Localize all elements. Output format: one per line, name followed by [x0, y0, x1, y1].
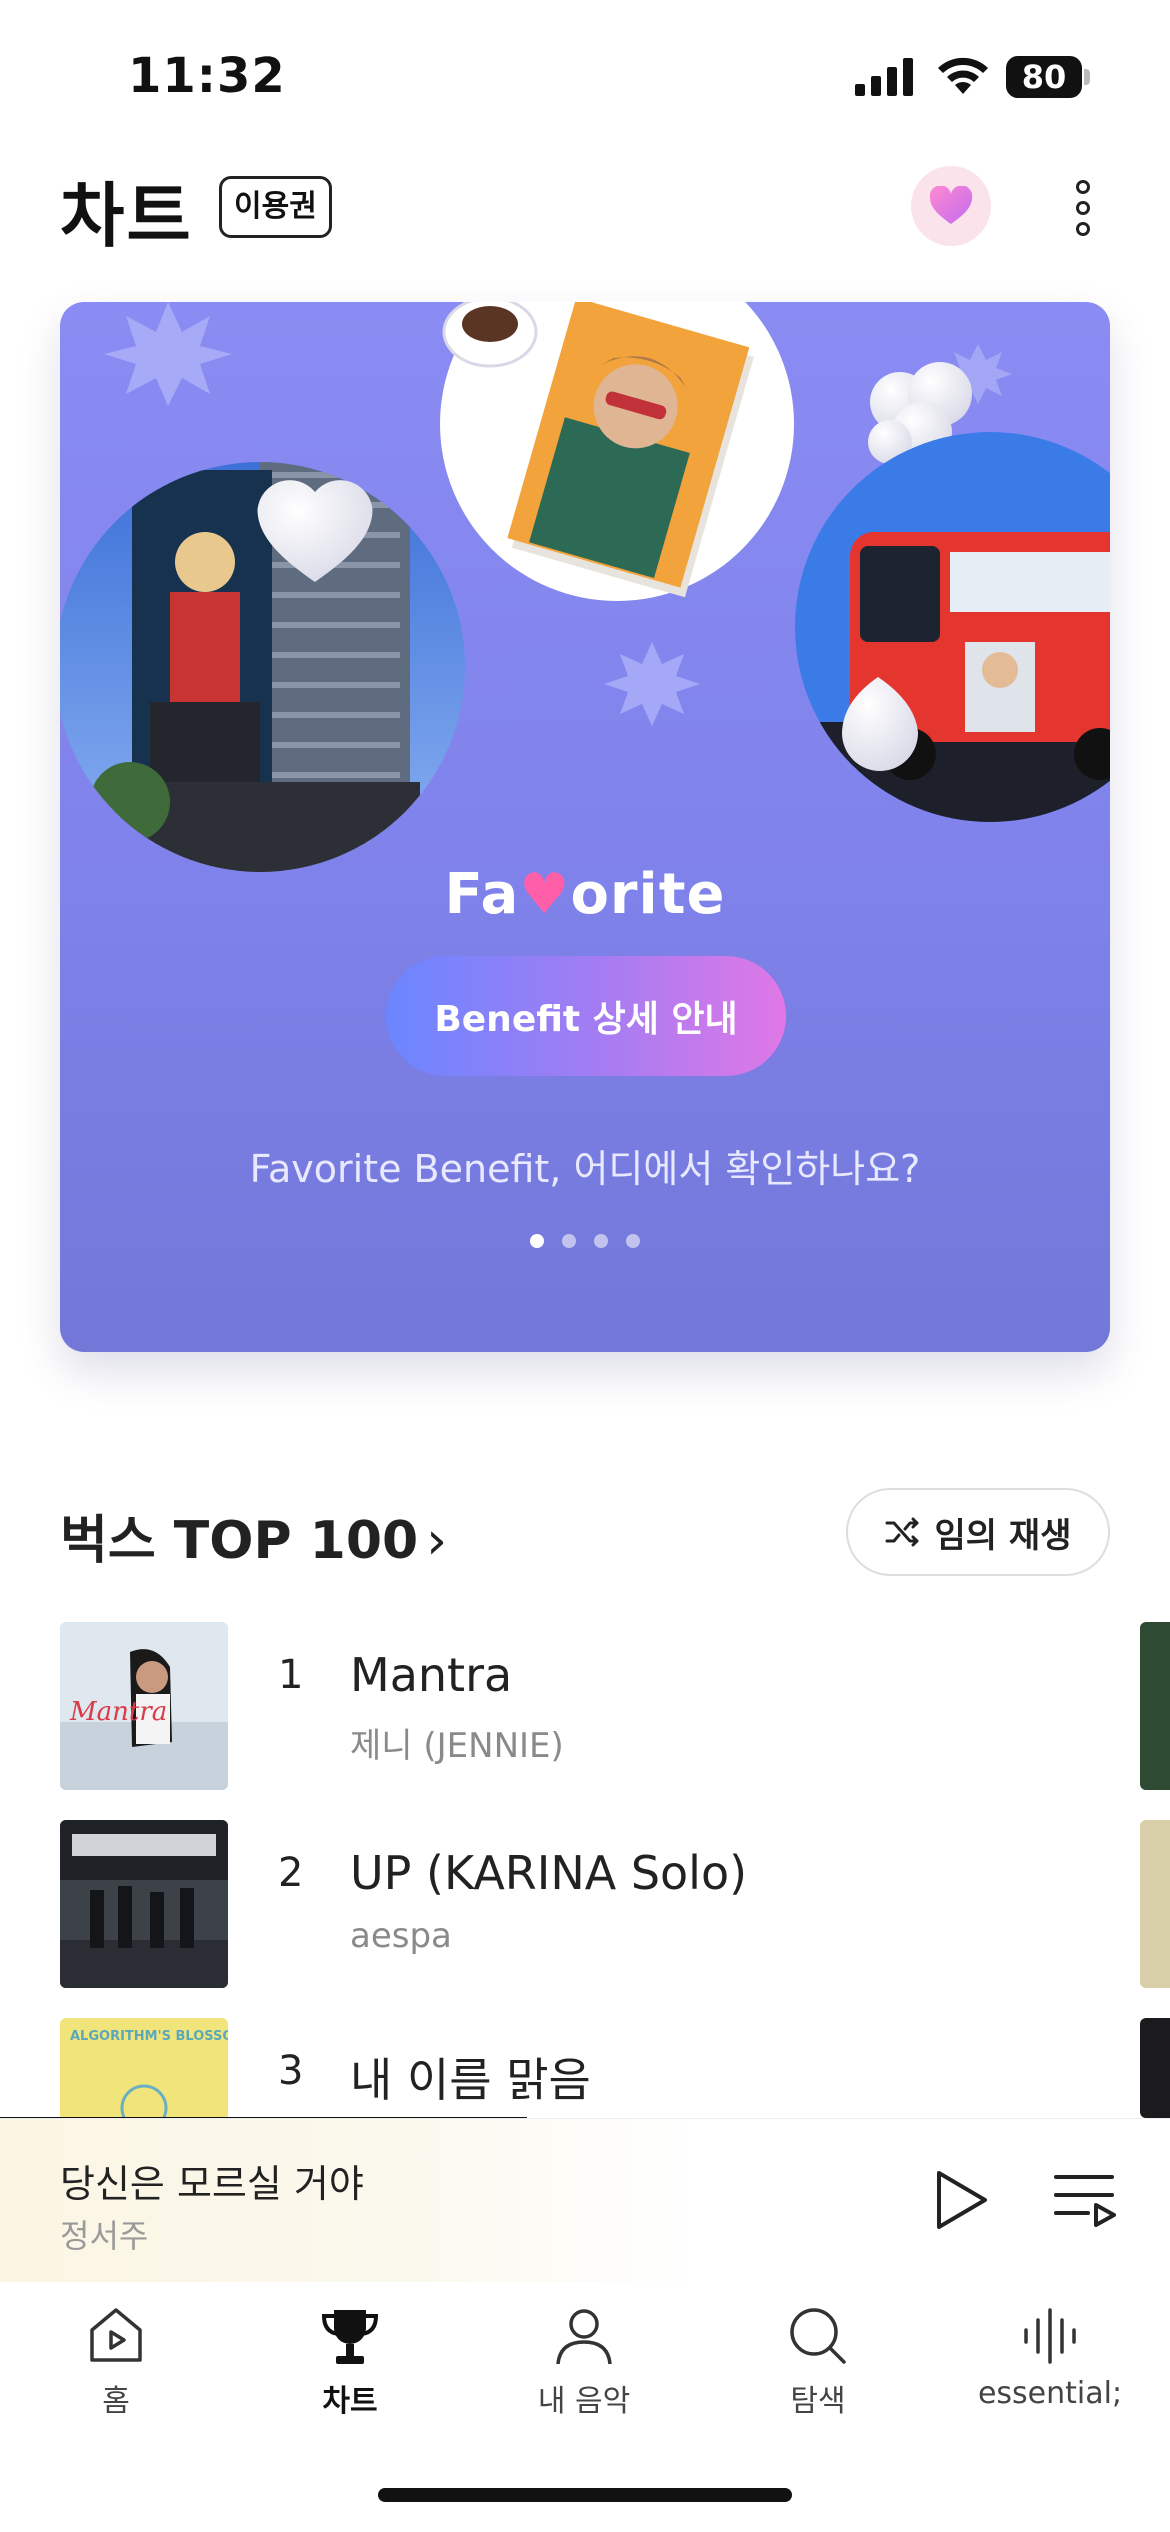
benefit-detail-button[interactable]: Benefit 상세 안내 [386, 956, 786, 1076]
tab-search[interactable]: 탐색 [718, 2304, 918, 2454]
album-art: Mantra [60, 1622, 228, 1790]
svg-text:ALGORITHM'S BLOSSOM: ALGORITHM'S BLOSSOM [70, 2029, 228, 2044]
carousel-dot[interactable] [530, 1234, 544, 1248]
album-art: ALGORITHM'S BLOSSOM [60, 2018, 228, 2118]
status-time: 11:32 [128, 48, 286, 104]
home-play-icon [90, 2308, 142, 2362]
carousel-indicator[interactable] [60, 1234, 1110, 1248]
tab-label: 내 음악 [537, 2384, 631, 2419]
banner-caption: Favorite Benefit, 어디에서 확인하나요? [249, 1147, 921, 1191]
song-title: UP (KARINA Solo) [350, 1846, 748, 1900]
chart-rank: 2 [278, 1850, 304, 1896]
favorite-button[interactable] [911, 166, 991, 246]
person-icon [556, 2309, 612, 2365]
chart-section-title[interactable]: 벅스 TOP 100 › [60, 1498, 447, 1573]
tab-label: 차트 [322, 2384, 378, 2419]
trophy-icon [321, 2310, 379, 2364]
status-bar: 11:32 80 [0, 0, 1170, 150]
shuffle-icon [885, 1517, 919, 1547]
battery-level: 80 [1006, 56, 1082, 98]
cellular-signal-icon [855, 58, 913, 96]
tab-my-music[interactable]: 내 음악 [484, 2304, 684, 2454]
tab-label: 탐색 [790, 2384, 846, 2419]
favorite-brand-logo: Fa♥orite [444, 862, 726, 927]
chart-rank: 1 [278, 1652, 304, 1698]
battery-icon: 80 [1006, 56, 1090, 98]
tab-label: essential; [977, 2376, 1123, 2411]
mini-player[interactable]: 당신은 모르실 거야 정서주 [0, 2118, 1170, 2282]
brand-heart-icon: ♥ [519, 862, 571, 927]
heart-icon [929, 186, 973, 224]
chart-row[interactable]: 2 UP (KARINA Solo) aespa [60, 1820, 1100, 1988]
page-title: 차트 [60, 175, 193, 257]
waveform-icon [1024, 2308, 1076, 2364]
carousel-dot[interactable] [594, 1234, 608, 1248]
more-options-button[interactable] [1058, 176, 1108, 240]
carousel-dot[interactable] [562, 1234, 576, 1248]
promo-banner[interactable]: Fa♥orite Benefit 상세 안내 Favorite Benefit,… [60, 302, 1110, 1352]
album-art [60, 1820, 228, 1988]
tab-essential[interactable]: essential; [950, 2304, 1150, 2454]
artist-name: 제니 (JENNIE) [350, 1726, 564, 1766]
song-title: Mantra [350, 1648, 513, 1702]
next-column-album-art [1140, 2018, 1170, 2118]
home-indicator[interactable] [378, 2488, 792, 2502]
tab-home[interactable]: 홈 [16, 2304, 216, 2454]
next-column-album-art [1140, 1820, 1170, 1988]
now-playing-title: 당신은 모르실 거야 [60, 2162, 364, 2206]
carousel-dot[interactable] [626, 1234, 640, 1248]
chart-rank: 3 [278, 2048, 304, 2094]
artist-name: aespa [350, 1916, 452, 1956]
search-icon [790, 2308, 846, 2364]
shuffle-play-button[interactable]: 임의 재생 [846, 1488, 1110, 1576]
now-playing-artist: 정서주 [60, 2217, 149, 2255]
pass-badge[interactable]: 이용권 [219, 176, 332, 238]
tab-label: 홈 [102, 2384, 130, 2419]
next-column-album-art [1140, 1622, 1170, 1790]
chevron-right-icon: › [426, 1511, 448, 1571]
wifi-icon [938, 57, 988, 94]
chart-row[interactable]: Mantra 1 Mantra 제니 (JENNIE) [60, 1622, 1100, 1790]
tab-chart[interactable]: 차트 [250, 2304, 450, 2454]
svg-text:Mantra: Mantra [69, 1697, 167, 1727]
play-icon[interactable] [925, 2165, 995, 2235]
playlist-icon[interactable] [1052, 2169, 1122, 2233]
banner-artwork [60, 302, 1110, 872]
song-title: 내 이름 맑음 [350, 2053, 591, 2107]
